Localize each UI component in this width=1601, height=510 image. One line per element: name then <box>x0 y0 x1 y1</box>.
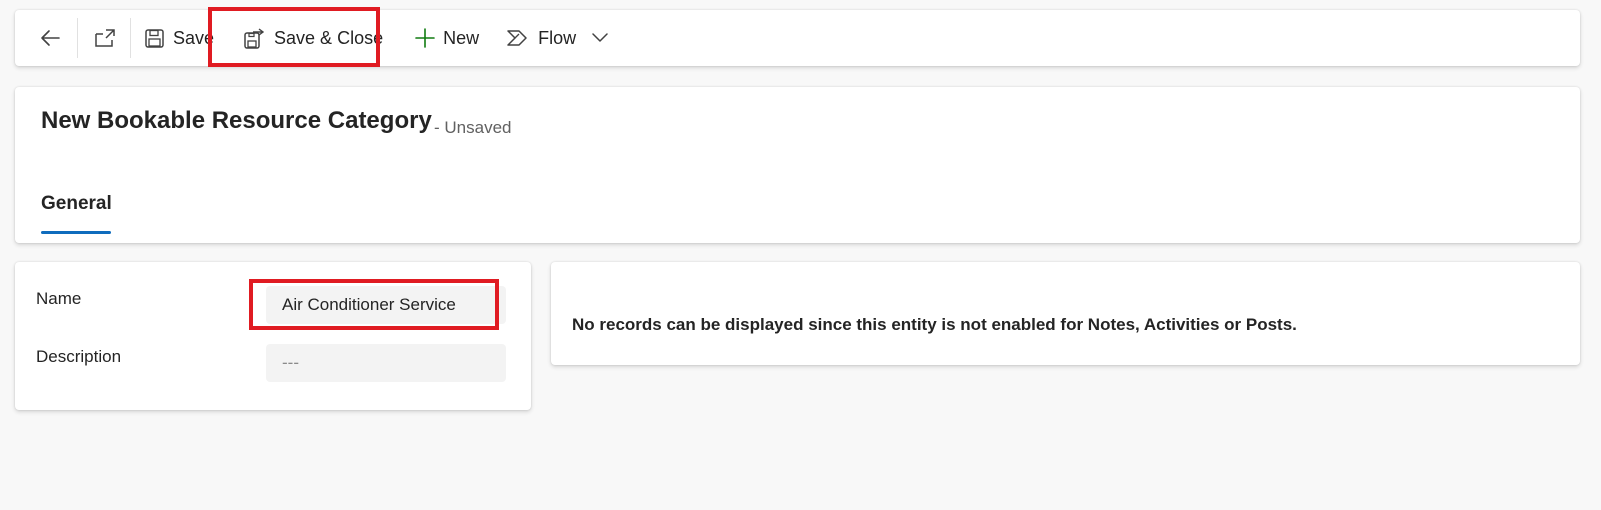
chevron-down-icon[interactable] <box>592 33 608 43</box>
flow-icon <box>507 29 528 47</box>
open-in-new-window-button[interactable] <box>94 18 116 58</box>
form-header: New Bookable Resource Category - Unsaved… <box>15 87 1580 243</box>
description-field[interactable]: --- <box>266 344 506 382</box>
flow-button[interactable]: Flow <box>507 18 608 58</box>
name-field-highlight <box>249 279 499 330</box>
save-button[interactable]: Save <box>145 18 214 58</box>
page: Save Save & Close New Flow New Bookable … <box>0 0 1601 510</box>
toolbar-separator <box>77 18 78 58</box>
toolbar-separator <box>130 18 131 58</box>
save-status: - Unsaved <box>434 118 512 137</box>
timeline-message: No records can be displayed since this e… <box>572 315 1297 334</box>
timeline-section: No records can be displayed since this e… <box>551 262 1580 365</box>
plus-icon <box>415 28 435 48</box>
arrow-left-icon <box>39 27 61 49</box>
back-button[interactable] <box>37 18 63 58</box>
save-icon <box>145 28 164 48</box>
save-and-close-highlight <box>208 7 380 67</box>
description-label: Description <box>36 347 122 366</box>
new-button[interactable]: New <box>415 18 479 58</box>
page-title: New Bookable Resource Category <box>41 107 432 134</box>
new-label: New <box>443 27 480 48</box>
tab-selected-indicator <box>41 231 111 234</box>
open-in-new-window-icon <box>95 29 115 47</box>
flow-label: Flow <box>538 27 577 48</box>
name-label: Name <box>36 289 82 308</box>
tab-general[interactable]: General <box>41 193 112 215</box>
